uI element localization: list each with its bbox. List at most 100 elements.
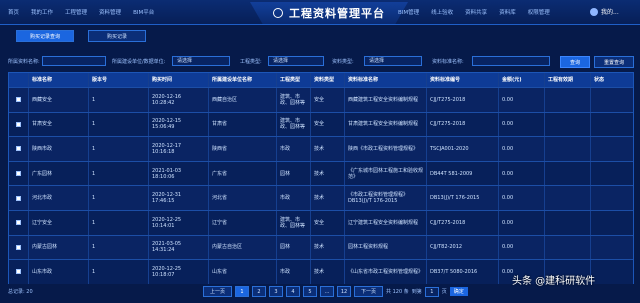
cell-unit: 甘肃省 (209, 112, 277, 137)
cell-project-type: 市政 (277, 260, 311, 284)
row-checkbox[interactable] (9, 235, 29, 260)
record-summary: 共 120 条 (386, 289, 409, 295)
row-checkbox[interactable] (9, 112, 29, 137)
cell-standard-name: 陕西《市政工程资料管理规程》 (345, 137, 427, 161)
cell-validity (545, 88, 591, 112)
tab-purchase-query[interactable]: 购买记录查询 (16, 30, 74, 42)
header-select (9, 73, 29, 87)
page-title: 工程资料管理平台 (289, 7, 385, 20)
table-row[interactable]: 广东园林 1 2021-01-03 18:10:06 广东省 园林 技术 《广东… (9, 160, 633, 186)
cell-name: 广东园林 (29, 161, 89, 186)
search-button[interactable]: 查询 (560, 56, 590, 68)
cell-standard-code: DB37/T 5080-2016 (427, 260, 499, 284)
tab-bar: 购买记录查询 购买记录 (16, 30, 146, 42)
page-button-5[interactable]: 5 (303, 286, 318, 297)
nav-item-bim-manage[interactable]: BIM管理 (398, 8, 419, 16)
goto-confirm-button[interactable]: 确定 (449, 287, 468, 296)
nav-item-library[interactable]: 资料库 (499, 8, 516, 16)
cell-version: 1 (89, 186, 149, 210)
page-button-2[interactable]: 2 (252, 286, 267, 297)
cell-validity (545, 137, 591, 161)
filter-doc-type-select[interactable]: 请选择 (364, 56, 422, 66)
cell-doc-type: 安全 (311, 88, 345, 112)
table-row[interactable]: 陕西市政 1 2020-12-17 10:16:18 陕西省 市政 技术 陕西《… (9, 136, 633, 161)
cell-doc-type: 技术 (311, 161, 345, 186)
filter-name-input[interactable] (42, 56, 106, 66)
page-button-1[interactable]: 1 (235, 286, 250, 297)
cell-standard-code: DB44T 581-2009 (427, 161, 499, 186)
filter-unit-select[interactable]: 请选择 (172, 56, 230, 66)
cell-validity (545, 210, 591, 235)
filter-bar: 所属资料名称: 所属建设单位/数据单位: 请选择 工程类型: 请选择 资料类型:… (8, 56, 634, 68)
user-menu[interactable]: 我的... (590, 7, 619, 16)
cell-standard-name: 甘肃建筑工程安全资料编制规程 (345, 112, 427, 137)
header-standard-name: 资料标准名称 (345, 73, 427, 87)
nav-item-permissions[interactable]: 权限管理 (528, 8, 550, 16)
cell-version: 1 (89, 112, 149, 137)
filter-standard-input[interactable] (472, 56, 550, 66)
header-time: 购买时间 (149, 73, 209, 87)
row-checkbox[interactable] (9, 161, 29, 186)
page-button-4[interactable]: 4 (286, 286, 301, 297)
watermark: 头条 @建科研软件 (512, 276, 596, 287)
cell-time: 2020-12-16 10:28:42 (149, 88, 209, 112)
cell-standard-code: TSCJA001-2020 (427, 137, 499, 161)
cell-time: 2020-12-25 10:14:01 (149, 210, 209, 235)
cell-name: 辽宁安全 (29, 210, 89, 235)
nav-item-share[interactable]: 资料共享 (465, 8, 487, 16)
cell-doc-type: 技术 (311, 137, 345, 161)
cell-status (591, 162, 631, 186)
row-checkbox[interactable] (9, 186, 29, 210)
cell-amount: 0.00 (499, 210, 545, 235)
table-row[interactable]: 西藏安全 1 2020-12-16 10:28:42 西藏自治区 建筑、市政、园… (9, 87, 633, 112)
nav-item-documents[interactable]: 资料管理 (99, 8, 121, 16)
cell-unit: 陕西省 (209, 137, 277, 161)
checkbox-icon (16, 220, 21, 226)
cell-status (591, 186, 631, 210)
row-checkbox[interactable] (9, 137, 29, 161)
table-row[interactable]: 辽宁安全 1 2020-12-25 10:14:01 辽宁省 建筑、市政、园林等… (9, 209, 633, 235)
purchase-table: 标准名称 版本号 购买时间 所属建设单位名称 工程类型 资料类型 资料标准名称 … (8, 72, 634, 284)
nav-item-project[interactable]: 工程管理 (65, 8, 87, 16)
nav-item-bim-platform[interactable]: BIM平台 (133, 8, 154, 16)
cell-amount: 0.00 (499, 161, 545, 186)
next-page-button[interactable]: 下一页 (354, 286, 384, 297)
nav-item-my-work[interactable]: 我的工作 (31, 8, 53, 16)
cell-status (591, 137, 631, 161)
table-row[interactable]: 河北市政 1 2020-12-31 17:46:15 河北省 市政 技术 《市政… (9, 185, 633, 210)
cell-doc-type: 技术 (311, 260, 345, 284)
cell-validity (545, 186, 591, 210)
checkbox-icon (16, 146, 21, 152)
cell-project-type: 建筑、市政、园林等 (277, 112, 311, 137)
cell-amount: 0.00 (499, 88, 545, 112)
table-row[interactable]: 甘肃安全 1 2020-12-15 15:06:49 甘肃省 建筑、市政、园林等… (9, 111, 633, 137)
cell-status (591, 236, 631, 260)
checkbox-icon (16, 195, 21, 201)
cell-amount: 0.00 (499, 235, 545, 260)
cell-standard-code: CJJ/T82-2012 (427, 235, 499, 260)
prev-page-button[interactable]: 上一页 (203, 286, 233, 297)
filter-project-type-select[interactable]: 请选择 (268, 56, 324, 66)
tab-purchase-record[interactable]: 购买记录 (88, 30, 146, 42)
cell-unit: 辽宁省 (209, 210, 277, 235)
header-standard-code: 资料标准编号 (427, 73, 499, 87)
row-checkbox[interactable] (9, 88, 29, 112)
nav-item-online-accept[interactable]: 线上验收 (431, 8, 453, 16)
cell-project-type: 园林 (277, 235, 311, 260)
nav-item-home[interactable]: 首页 (8, 8, 19, 16)
cell-version: 1 (89, 137, 149, 161)
header-validity: 工程有效期 (545, 73, 591, 87)
table-row[interactable]: 内蒙古园林 1 2021-03-05 14:31:24 内蒙古自治区 园林 技术… (9, 234, 633, 260)
cell-project-type: 建筑、市政、园林等 (277, 210, 311, 235)
cell-doc-type: 技术 (311, 235, 345, 260)
page-button-3[interactable]: 3 (269, 286, 284, 297)
goto-page-input[interactable]: 1 (424, 286, 439, 297)
cell-standard-name: 《广东城市园林工程施工和验收规范》 (345, 161, 427, 186)
reset-button[interactable]: 重置查询 (594, 56, 634, 68)
cell-project-type: 建筑、市政、园林等 (277, 88, 311, 112)
row-checkbox[interactable] (9, 210, 29, 235)
cell-version: 1 (89, 161, 149, 186)
cell-standard-name: 西藏建筑工程安全资料编制规程 (345, 88, 427, 112)
page-button-12[interactable]: 12 (337, 286, 352, 297)
row-checkbox[interactable] (9, 260, 29, 284)
